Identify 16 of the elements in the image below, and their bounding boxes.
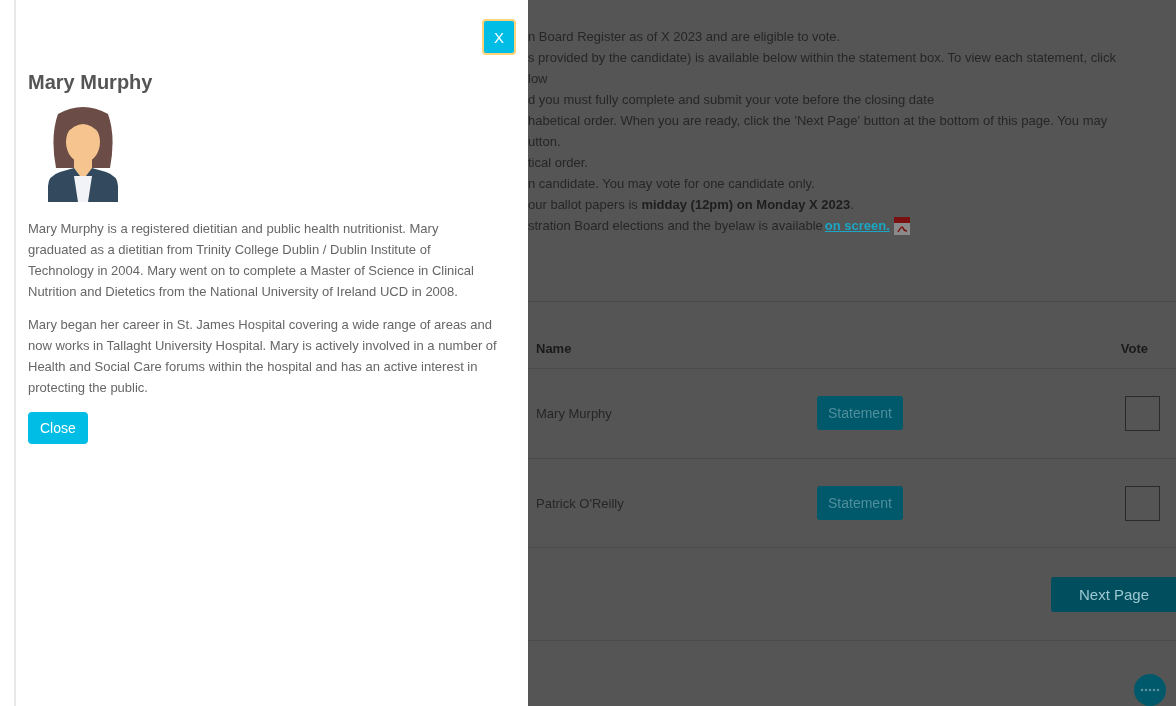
- statement-paragraph: Mary Murphy is a registered dietitian and public health nutritionist. Mary graduated as a dietitian from Trinity College Dublin / Dublin Institute of Technology in 2004. Mary went on to complete a Master of Science in Clinical Nutrition and Dietetics from the National University of Ireland UCD in 2008.: [28, 220, 475, 301]
- pdf-icon: [891, 215, 912, 236]
- vote-checkbox[interactable]: [1125, 485, 1160, 521]
- statement-paragraph: Mary began her career in St. James Hospital covering a wide range of areas and now works in Tallaght University Hospital. Mary is actively involved in a number of Health and Social Care forums within the hospital and has an active interest in protecting the public.: [28, 316, 498, 397]
- document-link[interactable]: on screen.: [824, 215, 890, 236]
- column-header: Vote: [1120, 340, 1148, 356]
- chat-icon[interactable]: [1134, 674, 1166, 706]
- next-page-button[interactable]: Next Page: [1050, 576, 1176, 612]
- statement-button[interactable]: Statement: [817, 486, 903, 520]
- candidate-name: Mary Murphy: [28, 71, 154, 94]
- column-header: Name: [536, 340, 572, 356]
- avatar-icon: [48, 106, 118, 202]
- close-button[interactable]: Close: [28, 412, 88, 444]
- statement-button[interactable]: Statement: [817, 396, 903, 431]
- vote-checkbox[interactable]: [1125, 395, 1160, 431]
- close-button[interactable]: X: [482, 19, 516, 55]
